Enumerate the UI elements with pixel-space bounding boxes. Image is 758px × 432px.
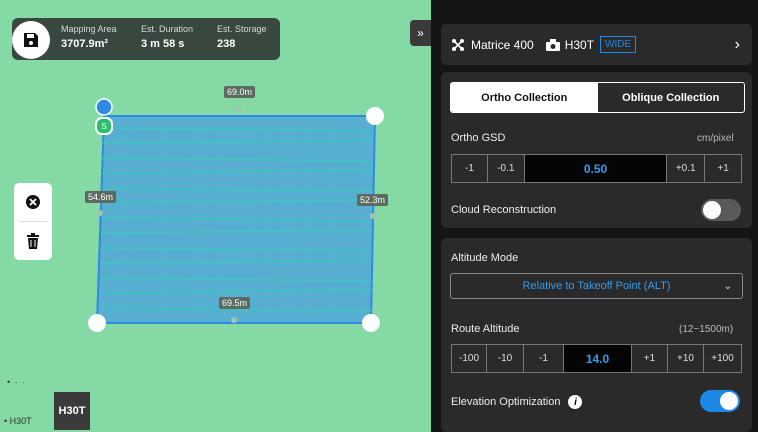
save-icon <box>24 33 38 47</box>
flight-route-overlay <box>88 98 384 332</box>
ortho-gsd-stepper: -1 -0.1 0.50 +0.1 +1 <box>451 154 742 183</box>
stat-mapping-area: Mapping Area 3707.9m² <box>61 24 117 50</box>
gsd-plus-0.1-button[interactable]: +0.1 <box>667 155 706 182</box>
camera-indicator: • H30T <box>4 416 32 426</box>
lens-badge[interactable]: WIDE <box>600 36 637 53</box>
camera-view-button[interactable]: H30T <box>54 392 90 430</box>
measurement-left: 54.6m <box>85 191 117 203</box>
vertex-handle-tr <box>366 107 384 125</box>
aircraft-name: Matrice 400 <box>471 37 534 52</box>
alt-minus-100-button[interactable]: -100 <box>452 345 487 372</box>
map-tools <box>14 183 52 260</box>
aircraft-header[interactable]: Matrice 400 H30T WIDE › <box>441 24 752 65</box>
stat-est-storage: Est. Storage 238 <box>217 24 267 50</box>
vertex-handle-br <box>362 314 380 332</box>
scale-indicator: • · · <box>7 377 27 387</box>
collapse-panel-button[interactable]: » <box>410 20 431 46</box>
route-altitude-range: (12~1500m) <box>679 324 734 335</box>
tab-oblique-collection[interactable]: Oblique Collection <box>598 83 745 112</box>
route-altitude-label: Route Altitude <box>451 323 520 335</box>
collection-tabs: Ortho Collection Oblique Collection <box>450 82 745 113</box>
chevron-right-icon: › <box>734 35 740 53</box>
info-icon[interactable]: i <box>568 395 583 409</box>
map-view[interactable]: S 69.0m 54.6m 52.3m 69.5m Mapping Area 3… <box>0 0 431 432</box>
mission-stats-bar: Mapping Area 3707.9m² Est. Duration 3 m … <box>12 18 280 60</box>
camera-icon <box>545 38 560 51</box>
altitude-mode-value: Relative to Takeoff Point (ALT) <box>522 280 671 292</box>
cloud-reconstruction-label: Cloud Reconstruction <box>451 204 557 216</box>
waypoint-start <box>95 98 113 116</box>
toggle-knob <box>703 201 721 219</box>
gsd-minus-1-button[interactable]: -1 <box>452 155 488 182</box>
ortho-gsd-unit: cm/pixel <box>697 133 734 144</box>
alt-plus-10-button[interactable]: +10 <box>668 345 704 372</box>
chevron-down-icon: ⌄ <box>723 280 732 292</box>
drone-icon <box>452 38 464 51</box>
alt-minus-10-button[interactable]: -10 <box>487 345 524 372</box>
clear-point-button[interactable] <box>14 183 52 221</box>
gsd-minus-0.1-button[interactable]: -0.1 <box>488 155 525 182</box>
close-circle-icon <box>26 195 40 209</box>
gsd-plus-1-button[interactable]: +1 <box>705 155 741 182</box>
edge-midpoint-right <box>370 213 376 219</box>
measurement-right: 52.3m <box>357 194 389 206</box>
elevation-optimization-row: Elevation Optimization i <box>451 395 583 409</box>
route-altitude-value[interactable]: 14.0 <box>564 345 632 372</box>
delete-button[interactable] <box>14 222 52 260</box>
start-marker: S <box>95 117 113 135</box>
edge-midpoint-top <box>236 106 242 112</box>
cloud-reconstruction-toggle[interactable] <box>701 199 741 221</box>
trash-icon <box>27 233 39 249</box>
alt-plus-1-button[interactable]: +1 <box>632 345 668 372</box>
vertex-handle-bl <box>88 314 106 332</box>
tab-ortho-collection[interactable]: Ortho Collection <box>451 83 598 112</box>
route-altitude-stepper: -100 -10 -1 14.0 +1 +10 +100 <box>451 344 742 373</box>
altitude-mode-label: Altitude Mode <box>451 252 519 264</box>
alt-minus-1-button[interactable]: -1 <box>524 345 564 372</box>
altitude-mode-select[interactable]: Relative to Takeoff Point (ALT) ⌄ <box>450 273 743 299</box>
measurement-top: 69.0m <box>224 86 256 98</box>
camera-name: H30T <box>564 37 595 52</box>
edge-midpoint-bottom <box>231 317 237 323</box>
measurement-bottom: 69.5m <box>219 297 251 309</box>
elevation-optimization-toggle[interactable] <box>700 390 740 412</box>
elevation-optimization-label: Elevation Optimization <box>451 396 561 408</box>
save-button[interactable] <box>12 21 50 59</box>
ortho-gsd-label: Ortho GSD <box>451 132 506 144</box>
stat-est-duration: Est. Duration 3 m 58 s <box>141 24 194 50</box>
toggle-knob <box>720 392 738 410</box>
gsd-value[interactable]: 0.50 <box>524 155 668 182</box>
alt-plus-100-button[interactable]: +100 <box>704 345 741 372</box>
edge-midpoint-left <box>97 210 103 216</box>
